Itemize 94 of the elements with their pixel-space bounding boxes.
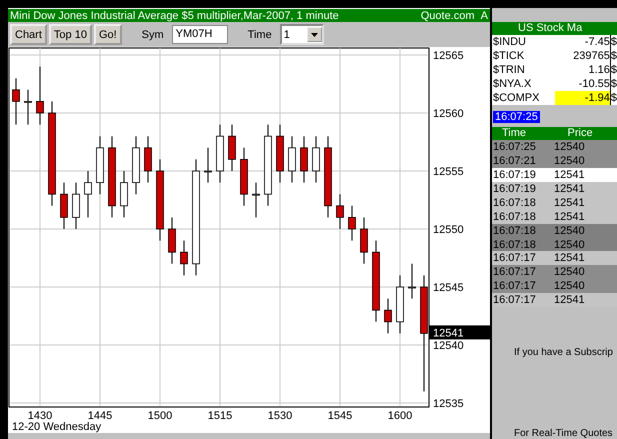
time-cell-text: 16:07:17 xyxy=(492,252,537,264)
candlestick xyxy=(228,124,236,172)
candlestick xyxy=(348,205,356,242)
candlestick xyxy=(276,124,284,184)
price-cell-text: 12541 xyxy=(553,196,586,209)
candlestick xyxy=(216,124,224,184)
price-cell-text: 12541 xyxy=(553,294,586,306)
time-cell-text: 16:07:18 xyxy=(492,210,537,223)
candlestick xyxy=(312,136,320,184)
time-tick-label: 1500 xyxy=(148,410,172,422)
candlestick xyxy=(300,136,308,184)
symbol-cell-text: $COMPX xyxy=(492,92,540,104)
time-tick-label: 1545 xyxy=(328,410,352,422)
time-tick-label: 1430 xyxy=(28,410,52,422)
table-cell: $ xyxy=(610,36,617,48)
candlestick xyxy=(36,66,44,126)
time-label: Time xyxy=(248,28,272,40)
candlestick xyxy=(408,263,416,300)
caret-icon xyxy=(310,32,318,36)
realtime-notice: For Real-Time Quotes xyxy=(513,428,614,439)
subscription-notice: If you have a Subscrip xyxy=(513,347,614,358)
price-tick-label: 12555 xyxy=(433,166,464,178)
candlestick xyxy=(24,89,32,126)
toolbar-button[interactable]: Chart xyxy=(10,24,47,45)
price-cell-text: 12540 xyxy=(553,154,586,167)
table-cell: $ xyxy=(610,64,617,76)
candlestick xyxy=(204,147,212,184)
time-dropdown[interactable]: 1 xyxy=(280,24,324,45)
candlestick xyxy=(336,194,344,230)
candlestick xyxy=(168,216,176,264)
price-cell-text: 12540 xyxy=(553,266,586,278)
time-cell-text: 16:07:19 xyxy=(492,168,537,181)
price-tick-label: 12565 xyxy=(433,50,464,62)
price-cell-text: 12541 xyxy=(553,252,586,264)
candlestick xyxy=(84,170,92,218)
price-tick-label: 12540 xyxy=(433,340,464,352)
update-time: 16:07:25 xyxy=(493,110,540,123)
value-cell: -1.94 xyxy=(554,90,611,105)
price-cell-text: 12540 xyxy=(553,224,586,237)
market-header: US Stock Ma xyxy=(492,22,617,35)
source-label: Quote.com A xyxy=(420,10,488,22)
price-cell-text: 12541 xyxy=(553,182,586,195)
table-cell: $ xyxy=(610,50,617,62)
time-cell-text: 16:07:18 xyxy=(492,238,537,250)
toolbar-button[interactable]: Top 10 xyxy=(48,24,92,45)
time-tick-label: 1515 xyxy=(208,410,232,422)
time-tick-label: 1600 xyxy=(388,410,412,422)
candlestick xyxy=(252,182,260,218)
date-label: 12-20 Wednesday xyxy=(12,421,102,433)
candlestick xyxy=(180,240,188,276)
toolbar-button[interactable]: Go! xyxy=(94,24,122,45)
window-title: Mini Dow Jones Industrial Average $5 multiplier,Mar-2007, 1 minute xyxy=(10,10,339,22)
candlestick xyxy=(360,216,368,264)
candlestick xyxy=(96,136,104,195)
candlestick xyxy=(60,182,68,230)
symbol-cell-text: $INDU xyxy=(492,36,528,48)
candlestick xyxy=(396,274,404,334)
time-cell-text: 16:07:19 xyxy=(492,182,537,195)
price-tick-label: 12535 xyxy=(433,398,464,410)
time-cell-text: 16:07:18 xyxy=(492,224,537,237)
candlestick xyxy=(72,182,80,230)
symbol-cell-text: $TRIN xyxy=(492,64,526,76)
table-cell: $ xyxy=(610,92,617,104)
symbol-cell-text: $TICK xyxy=(492,50,526,62)
candlestick xyxy=(132,136,140,195)
price-cell-text: 12540 xyxy=(553,140,586,153)
candlestick xyxy=(144,136,152,184)
price-cell-text: 12541 xyxy=(553,168,586,181)
price-cell-text: 12541 xyxy=(553,210,586,223)
current-price-label: 12541 xyxy=(433,327,464,340)
table-cell: $ xyxy=(610,78,617,90)
column-header: Time xyxy=(501,127,528,140)
time-cell-text: 16:07:18 xyxy=(492,196,537,209)
time-cell-text: 16:07:17 xyxy=(492,294,537,306)
time-cell-text: 16:07:25 xyxy=(492,140,537,153)
symbol-field[interactable]: YM07H xyxy=(172,25,228,44)
price-cell-text: 12540 xyxy=(553,280,586,292)
price-cell-text: 12540 xyxy=(553,238,586,250)
price-tick-label: 12545 xyxy=(433,282,464,294)
price-tick-label: 12550 xyxy=(433,224,464,236)
price-tick-label: 12560 xyxy=(433,108,464,120)
candlestick xyxy=(240,147,248,206)
time-tick-label: 1445 xyxy=(88,410,112,422)
candlestick xyxy=(12,78,20,126)
symbol-label: Sym xyxy=(142,28,164,40)
symbol-cell-text: $NYA.X xyxy=(492,78,532,90)
time-cell-text: 16:07:17 xyxy=(492,280,537,292)
candlestick xyxy=(384,298,392,334)
time-tick-label: 1530 xyxy=(268,410,292,422)
candlestick xyxy=(288,136,296,184)
candlestick xyxy=(120,170,128,218)
time-cell-text: 16:07:21 xyxy=(492,154,537,167)
column-header: Price xyxy=(566,127,594,140)
time-cell-text: 16:07:17 xyxy=(492,266,537,278)
